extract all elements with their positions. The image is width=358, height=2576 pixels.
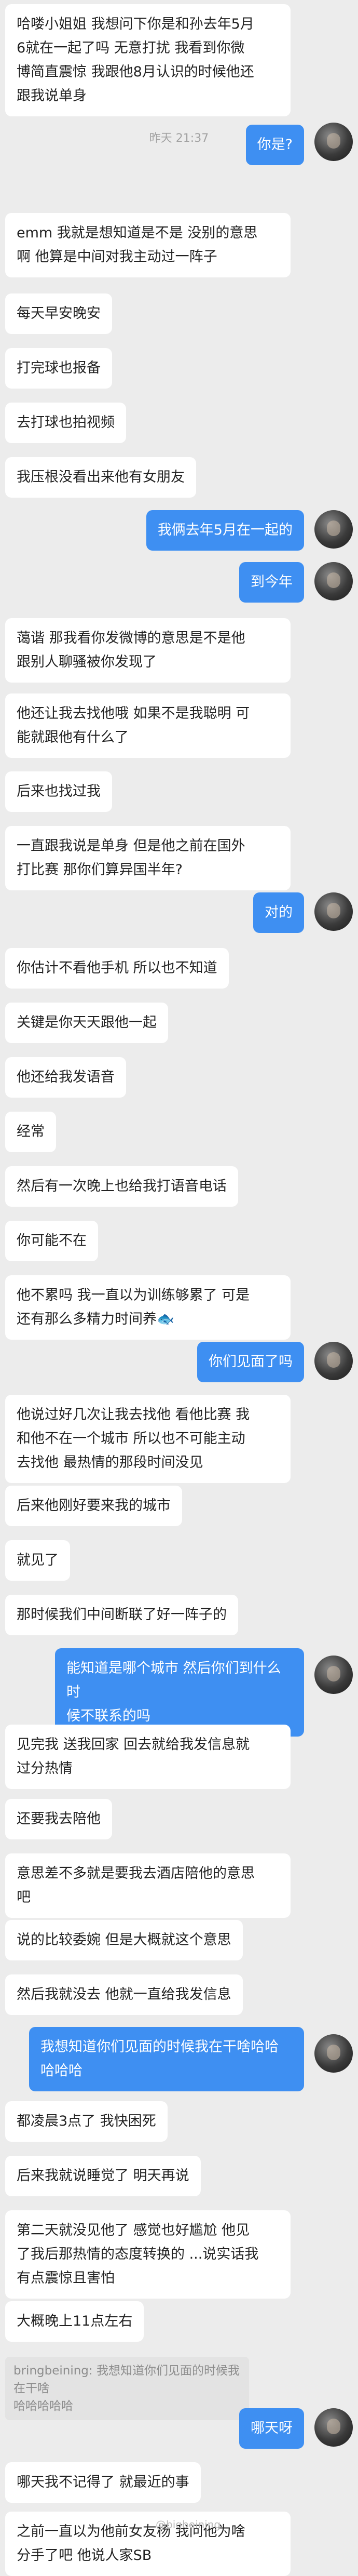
message-bubble[interactable]: 打完球也报备: [5, 348, 112, 389]
message-bubble[interactable]: 每天早安晚安: [5, 293, 112, 334]
message-bubble[interactable]: 那时候我们中间断联了好一阵子的: [5, 1595, 238, 1635]
message-bubble[interactable]: 然后我就没去 他就一直给我发信息: [5, 1974, 243, 2015]
message-bubble[interactable]: 都凌晨3点了 我快困死: [5, 2101, 168, 2142]
message-bubble[interactable]: 哪天呀: [239, 2408, 304, 2449]
message-bubble[interactable]: 后来他刚好要来我的城市: [5, 1486, 182, 1526]
message-bubble[interactable]: 能知道是哪个城市 然后你们到什么时 候不联系的吗: [55, 1648, 304, 1737]
my-avatar[interactable]: [314, 510, 353, 549]
message-bubble[interactable]: 蔼谐 那我看你发微博的意思是不是他 跟别人聊骚被你发现了: [5, 618, 291, 683]
message-bubble[interactable]: 哈喽小姐姐 我想问下你是和孙去年5月 6就在一起了吗 无意打扰 我看到你微 博简…: [5, 4, 291, 116]
message-bubble[interactable]: 我想知道你们见面的时候我在干啥哈哈 哈哈哈: [29, 2027, 304, 2091]
message-bubble[interactable]: 对的: [253, 892, 304, 933]
message-bubble[interactable]: 大概晚上11点左右: [5, 2301, 144, 2342]
message-bubble[interactable]: 你可能不在: [5, 1221, 98, 1261]
message-bubble[interactable]: 还要我去陪他: [5, 1799, 112, 1839]
message-bubble[interactable]: 我俩去年5月在一起的: [146, 510, 304, 551]
message-bubble[interactable]: 到今年: [239, 562, 304, 603]
message-bubble[interactable]: 你是?: [245, 125, 304, 165]
message-bubble[interactable]: 后来我就说睡觉了 明天再说: [5, 2156, 201, 2196]
message-bubble[interactable]: 他说过好几次让我去找他 看他比赛 我 和他不在一个城市 所以也不可能主动 去找他…: [5, 1395, 291, 1483]
my-avatar[interactable]: [314, 892, 353, 931]
message-bubble[interactable]: 他不累吗 我一直以为训练够累了 可是 还有那么多精力时间养🐟: [5, 1275, 291, 1340]
quoted-message[interactable]: bringbeining: 我想知道你们见面的时候我在干啥 哈哈哈哈哈: [5, 2357, 249, 2420]
message-bubble[interactable]: 他还让我去找他哦 如果不是我聪明 可 能就跟他有什么了: [5, 693, 291, 758]
message-bubble[interactable]: 一直跟我说是单身 但是他之前在国外 打比赛 那你们算异国半年?: [5, 826, 291, 890]
message-bubble[interactable]: 他还给我发语音: [5, 1057, 126, 1098]
message-bubble[interactable]: emm 我就是想知道是不是 没别的意思 啊 他算是中间对我主动过一阵子: [5, 213, 291, 277]
message-bubble[interactable]: 哪天我不记得了 就最近的事: [5, 2462, 201, 2503]
message-bubble[interactable]: 你们见面了吗: [197, 1342, 304, 1382]
message-bubble[interactable]: 后来也找过我: [5, 771, 112, 812]
message-bubble[interactable]: 去打球也拍视频: [5, 403, 126, 443]
my-avatar[interactable]: [314, 2034, 353, 2073]
message-bubble[interactable]: 第二天就没见他了 感觉也好尴尬 他见 了我后那热情的态度转换的 ...说实话我 …: [5, 2210, 291, 2299]
message-bubble[interactable]: 然后有一次晚上也给我打语音电话: [5, 1166, 238, 1207]
chat-view: 昨天 21:37 哈喽小姐姐 我想问下你是和孙去年5月 6就在一起了吗 无意打扰…: [0, 0, 358, 2576]
message-bubble[interactable]: 经常: [5, 1112, 56, 1152]
my-avatar[interactable]: [314, 1656, 353, 1694]
message-bubble[interactable]: 说的比较委婉 但是大概就这个意思: [5, 1920, 243, 1960]
my-avatar[interactable]: [314, 2408, 353, 2447]
my-avatar[interactable]: [314, 562, 353, 600]
message-bubble[interactable]: 你估计不看他手机 所以也不知道: [5, 948, 229, 989]
my-avatar[interactable]: [314, 123, 353, 161]
message-bubble[interactable]: 之前一直以为他前女友杨 我问他为啥 分手了吧 他说人家SB: [5, 2512, 291, 2576]
timestamp: 昨天 21:37: [149, 132, 209, 145]
message-bubble[interactable]: 我压根没看出来他有女朋友: [5, 457, 196, 498]
message-bubble[interactable]: 关键是你天天跟他一起: [5, 1003, 168, 1043]
message-bubble[interactable]: 意思差不多就是要我去酒店陪他的意思 吧: [5, 1853, 291, 1918]
message-bubble[interactable]: 见完我 送我回家 回去就给我发信息就 过分热情: [5, 1725, 291, 1789]
watermark: @bigbeining: [156, 2518, 221, 2531]
message-bubble[interactable]: 就见了: [5, 1540, 70, 1581]
my-avatar[interactable]: [314, 1342, 353, 1380]
